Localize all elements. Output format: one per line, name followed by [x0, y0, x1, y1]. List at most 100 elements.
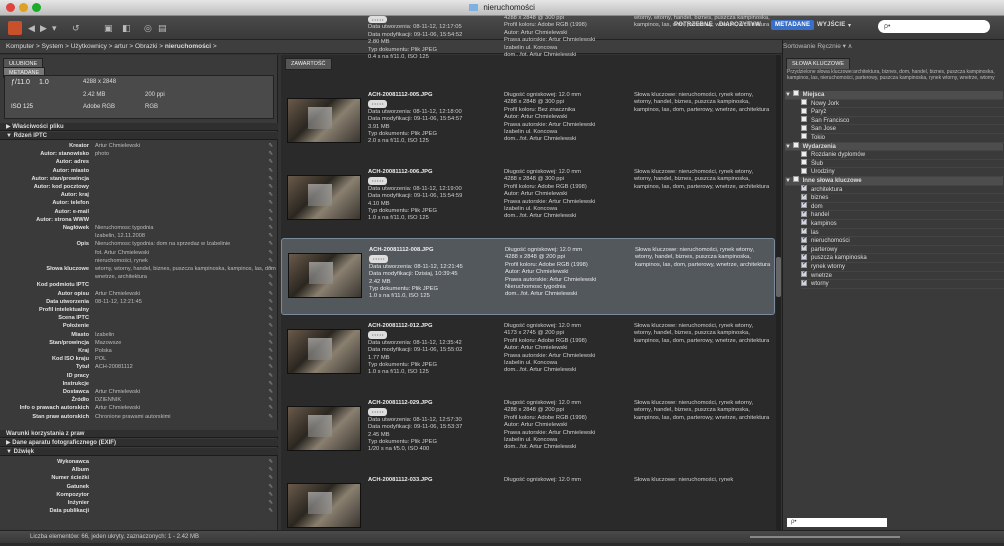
keyword-checkbox[interactable] [801, 260, 807, 269]
pencil-icon[interactable]: ✎ [268, 298, 273, 306]
metadata-field[interactable]: Kod ISO kraju POL ✎ [0, 355, 276, 363]
keyword-group[interactable]: ▼ Wydarzenia [785, 142, 1003, 152]
file-row[interactable]: ACH-20081112-029.JPG • • • • • Data utworz… [281, 392, 775, 469]
disclosure-triangle-icon[interactable]: ▼ [785, 144, 793, 150]
rating-stars[interactable]: • • • • • [368, 177, 388, 185]
metadata-field[interactable]: Izabelin, 12.11.2008 ✎ [0, 232, 276, 240]
file-thumbnail[interactable] [288, 253, 362, 298]
keyword-search-input[interactable]: ρ• [787, 518, 887, 527]
section-file-properties[interactable]: ▶ Właściwości pliku [0, 123, 278, 131]
breadcrumb-artur[interactable]: artur [114, 43, 127, 50]
section-usage-terms[interactable]: Warunki korzystania z praw [0, 430, 278, 438]
keyword-item[interactable]: San Jose [801, 124, 1004, 134]
field-value[interactable]: wtorny, wtorny, handel, biznes, puszcza … [95, 265, 276, 273]
breadcrumb-system[interactable]: System [42, 43, 64, 50]
close-window-button[interactable] [6, 3, 15, 12]
metadata-field[interactable]: Inżynier ✎ [0, 499, 276, 507]
metadata-field[interactable]: Nagłówek Nieruchomosc tygodnia ✎ [0, 224, 276, 232]
app-icon[interactable] [8, 21, 22, 35]
keyword-item[interactable]: kampinos [801, 217, 1004, 229]
keyword-checkbox[interactable] [792, 176, 799, 183]
rating-stars[interactable]: • • • • • [368, 331, 388, 339]
keyword-checkbox[interactable] [801, 252, 807, 260]
pencil-icon[interactable]: ✎ [268, 507, 273, 515]
field-value[interactable]: Mazowsze [95, 339, 121, 347]
keyword-item[interactable]: Paryż [801, 107, 1004, 117]
rating-stars[interactable]: • • • • • [368, 16, 388, 24]
chevron-down-icon[interactable]: ▾ [52, 21, 57, 35]
metadata-field[interactable]: Opis Nieruchomosc tygodnia: dom na sprzed… [0, 240, 276, 248]
metadata-field[interactable]: Wykonawca ✎ [0, 458, 276, 466]
refine-icon[interactable]: ◧ [122, 21, 131, 35]
file-row[interactable]: ACH-20081112-012.JPG • • • • • Data utworz… [281, 315, 775, 392]
file-thumbnail[interactable] [287, 406, 361, 451]
pencil-icon[interactable]: ✎ [268, 413, 273, 421]
keyword-checkbox[interactable] [801, 278, 807, 286]
keyword-item[interactable]: parterowy [801, 243, 1004, 255]
metadata-field[interactable]: ID pracy ✎ [0, 372, 276, 380]
pencil-icon[interactable]: ✎ [268, 232, 273, 240]
rating-stars[interactable]: • • • • • [368, 408, 388, 416]
workspace-wyjscie[interactable]: WYJŚCIE [817, 22, 845, 28]
metadata-field[interactable]: Autor: adres ✎ [0, 158, 276, 166]
field-value[interactable]: 08-11-12, 12:21:45 [95, 298, 142, 306]
keyword-item[interactable]: las [801, 226, 1004, 238]
output-icon[interactable]: ▤ [158, 21, 167, 35]
pencil-icon[interactable]: ✎ [268, 306, 273, 314]
field-value[interactable]: POL [95, 355, 106, 363]
keyword-item[interactable]: puszcza kampinoska [801, 252, 1004, 263]
field-value[interactable]: nieruchomości, rynek [95, 257, 148, 265]
metadata-field[interactable]: Autor: strona WWW ✎ [0, 216, 276, 224]
pencil-icon[interactable]: ✎ [268, 466, 273, 474]
pencil-icon[interactable]: ✎ [268, 175, 273, 183]
keyword-checkbox[interactable] [801, 107, 807, 114]
pencil-icon[interactable]: ✎ [268, 314, 273, 322]
pencil-icon[interactable]: ✎ [268, 216, 273, 224]
file-row[interactable]: ACH-20081112-008.JPG • • • • • Data utworz… [281, 238, 775, 315]
pencil-icon[interactable]: ✎ [268, 199, 273, 207]
search-input[interactable]: ρ• [878, 20, 990, 33]
keyword-checkbox[interactable] [801, 159, 807, 166]
recent-icon[interactable]: ↺ [72, 21, 80, 35]
field-value[interactable]: Artur Chmielewski [95, 404, 140, 412]
keyword-checkbox[interactable] [801, 200, 807, 209]
open-in-camera-raw-icon[interactable]: ◎ [144, 21, 152, 35]
pencil-icon[interactable]: ✎ [268, 257, 273, 265]
keyword-item[interactable]: nieruchomości [801, 235, 1004, 246]
keyword-checkbox[interactable] [801, 243, 807, 252]
pencil-icon[interactable]: ✎ [268, 355, 273, 363]
rating-stars[interactable]: • • • • • [369, 255, 389, 263]
pencil-icon[interactable]: ✎ [268, 380, 273, 388]
keyword-checkbox[interactable] [801, 226, 807, 235]
keyword-checkbox[interactable] [792, 142, 799, 149]
metadata-field[interactable]: Profil intelektualny ✎ [0, 306, 276, 314]
pencil-icon[interactable]: ✎ [268, 191, 273, 199]
field-value[interactable]: ACH-20081112 [95, 363, 133, 371]
metadata-field[interactable]: Położenie ✎ [0, 322, 276, 330]
metadata-field[interactable]: Źródło DZIENNIK ✎ [0, 396, 276, 404]
keyword-checkbox[interactable] [801, 235, 807, 243]
pencil-icon[interactable]: ✎ [268, 167, 273, 175]
keyword-item[interactable]: wtorny [801, 278, 1004, 289]
keyword-group[interactable]: ▼ Miejsca [785, 90, 1003, 100]
pencil-icon[interactable]: ✎ [268, 273, 273, 281]
metadata-field[interactable]: fot. Artur Chmielewski ✎ [0, 249, 276, 257]
keyword-checkbox[interactable] [801, 133, 807, 140]
minimize-window-button[interactable] [19, 3, 28, 12]
metadata-field[interactable]: Info o prawach autorskich Artur Chmielews… [0, 404, 276, 412]
field-value[interactable]: Artur Chmielewski [95, 388, 140, 396]
pencil-icon[interactable]: ✎ [268, 458, 273, 466]
keyword-checkbox[interactable] [801, 192, 807, 200]
keyword-checkbox[interactable] [801, 167, 807, 174]
breadcrumb-pictures[interactable]: Obrazki [135, 43, 157, 50]
keyword-item[interactable]: dom [801, 200, 1004, 212]
keyword-item[interactable]: biznes [801, 192, 1004, 203]
rating-stars[interactable]: • • • • • [368, 100, 388, 108]
keyword-checkbox[interactable] [801, 116, 807, 123]
pencil-icon[interactable]: ✎ [268, 347, 273, 355]
metadata-field[interactable]: Instrukcje ✎ [0, 380, 276, 388]
scrollbar-thumb[interactable] [776, 257, 781, 297]
field-value[interactable]: Izabelin, 12.11.2008 [95, 232, 145, 240]
file-row[interactable]: ACH-20081112-006.JPG • • • • • Data utworz… [281, 161, 775, 238]
metadata-field[interactable]: Autor: kraj ✎ [0, 191, 276, 199]
